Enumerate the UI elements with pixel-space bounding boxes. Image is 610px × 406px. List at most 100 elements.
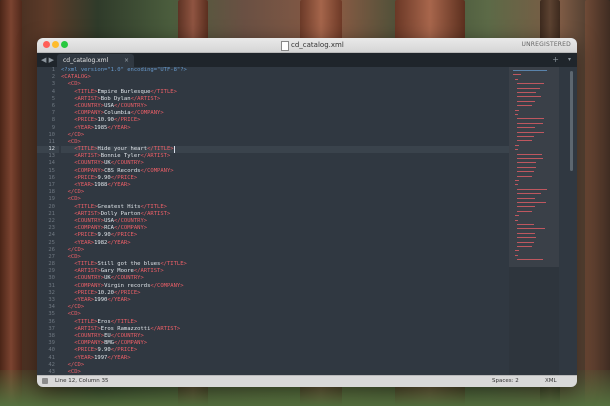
code-line[interactable]: <CD> xyxy=(61,311,509,318)
code-line[interactable]: </CD> xyxy=(61,247,509,254)
minimap-line xyxy=(516,158,543,159)
minimap-line xyxy=(516,166,537,168)
minimap[interactable] xyxy=(509,67,559,376)
code-line[interactable]: <YEAR>1982</YEAR> xyxy=(61,240,509,247)
code-line[interactable]: <PRICE>10.20</PRICE> xyxy=(61,290,509,297)
line-number: 23 xyxy=(48,225,55,232)
code-line[interactable]: <COMPANY>BMG</COMPANY> xyxy=(61,340,509,347)
code-line[interactable]: <PRICE>9.90</PRICE> xyxy=(61,347,509,354)
code-line[interactable]: <TITLE>Empire Burlesque</TITLE> xyxy=(61,89,509,96)
minimap-line xyxy=(513,70,548,71)
tab-navigation-arrows-icon[interactable]: ◀ ▶ xyxy=(41,54,54,66)
line-number: 42 xyxy=(48,361,55,368)
code-line[interactable]: <YEAR>1997</YEAR> xyxy=(61,355,509,362)
minimap-line xyxy=(516,228,546,230)
code-line[interactable]: <CD> xyxy=(61,196,509,203)
code-line[interactable]: </CD> xyxy=(61,189,509,196)
syntax-selector[interactable]: XML xyxy=(545,376,557,387)
line-number: 36 xyxy=(48,318,55,325)
text-cursor xyxy=(173,146,175,154)
new-tab-icon[interactable]: + xyxy=(552,53,559,67)
vertical-scrollbar[interactable] xyxy=(570,71,573,171)
tab-cd-catalog[interactable]: cd_catalog.xml × xyxy=(57,54,134,67)
minimap-line xyxy=(514,219,519,221)
code-line[interactable]: <TITLE>Still got the blues</TITLE> xyxy=(61,261,509,268)
line-number: 34 xyxy=(48,304,55,311)
line-number: 28 xyxy=(48,261,55,268)
minimap-line xyxy=(516,206,535,208)
line-number: 18 xyxy=(48,189,55,196)
code-line[interactable]: <TITLE>Greatest Hits</TITLE> xyxy=(61,204,509,211)
code-line[interactable]: <ARTIST>Dolly Parton</ARTIST> xyxy=(61,211,509,218)
code-line[interactable]: <COUNTRY>USA</COUNTRY> xyxy=(61,103,509,110)
background-tree xyxy=(585,0,610,406)
code-line[interactable]: <CD> xyxy=(61,254,509,261)
indentation-setting[interactable]: Spaces: 2 xyxy=(492,376,519,387)
code-editor[interactable]: <?xml version="1.0" encoding="UTF-8"?> <C… xyxy=(61,67,509,376)
code-line[interactable]: <ARTIST>Gary Moore</ARTIST> xyxy=(61,268,509,275)
code-line[interactable]: <YEAR>1988</YEAR> xyxy=(61,182,509,189)
minimap-line xyxy=(516,100,535,102)
minimize-window-button[interactable] xyxy=(52,41,59,48)
code-line[interactable]: <?xml version="1.0" encoding="UTF-8"?> xyxy=(61,67,509,74)
code-line[interactable]: <COMPANY>RCA</COMPANY> xyxy=(61,225,509,232)
code-line[interactable]: <ARTIST>Bonnie Tyler</ARTIST> xyxy=(61,153,509,160)
minimap-line xyxy=(516,232,536,234)
line-number: 35 xyxy=(48,311,55,318)
line-number: 22 xyxy=(48,217,55,224)
code-line[interactable]: <CD> xyxy=(61,139,509,146)
panel-toggle-icon[interactable] xyxy=(42,378,48,384)
minimap-line xyxy=(516,246,532,247)
minimap-line xyxy=(516,127,536,129)
code-line[interactable]: <COUNTRY>USA</COUNTRY> xyxy=(61,218,509,225)
code-line[interactable]: <YEAR>1990</YEAR> xyxy=(61,297,509,304)
code-line[interactable]: <PRICE>9.90</PRICE> xyxy=(61,175,509,182)
window-title: cd_catalog.xml xyxy=(291,41,344,49)
tab-menu-icon[interactable]: ▾ xyxy=(568,53,571,67)
code-line[interactable]: <TITLE>Eros</TITLE> xyxy=(61,319,509,326)
line-number-gutter: 1 2 3 4 5 6 7 8 9 10 11 12 13 14 15 16 17 18 19 20 21 22 23 24 2… xyxy=(37,67,59,382)
minimap-line xyxy=(514,109,520,111)
line-number: 5 xyxy=(51,95,55,102)
minimap-line xyxy=(516,153,542,155)
code-line[interactable]: <PRICE>9.90</PRICE> xyxy=(61,232,509,239)
line-number: 24 xyxy=(48,232,55,239)
code-line[interactable]: </CD> xyxy=(61,304,509,311)
code-line[interactable]: <COMPANY>Columbia</COMPANY> xyxy=(61,110,509,117)
line-number: 39 xyxy=(48,340,55,347)
maximize-window-button[interactable] xyxy=(61,41,68,48)
code-line[interactable]: <PRICE>10.90</PRICE> xyxy=(61,117,509,124)
close-window-button[interactable] xyxy=(43,41,50,48)
line-number: 33 xyxy=(48,297,55,303)
minimap-line xyxy=(516,171,534,173)
minimap-line xyxy=(514,250,520,252)
code-line[interactable]: <COMPANY>Virgin records</COMPANY> xyxy=(61,283,509,290)
code-line[interactable]: <ARTIST>Eros Ramazzotti</ARTIST> xyxy=(61,326,509,333)
minimap-line xyxy=(514,78,519,80)
minimap-line xyxy=(514,149,519,151)
code-line[interactable]: </CD> xyxy=(61,362,509,369)
tab-close-icon[interactable]: × xyxy=(124,54,129,67)
code-line[interactable]: <COMPANY>CBS Records</COMPANY> xyxy=(61,168,509,175)
minimap-line xyxy=(516,175,532,177)
code-line[interactable]: <COUNTRY>UK</COUNTRY> xyxy=(61,160,509,167)
code-line[interactable]: <COUNTRY>EU</COUNTRY> xyxy=(61,333,509,340)
line-number: 4 xyxy=(51,88,55,95)
minimap-line xyxy=(516,162,537,164)
line-number: 13 xyxy=(48,153,55,160)
code-line[interactable]: <YEAR>1985</YEAR> xyxy=(61,125,509,132)
minimap-line xyxy=(514,184,519,186)
title-bar: cd_catalog.xml UNREGISTERED xyxy=(37,38,577,53)
code-line[interactable]: <COUNTRY>UK</COUNTRY> xyxy=(61,275,509,282)
line-number: 29 xyxy=(48,268,55,275)
minimap-line xyxy=(516,237,537,239)
code-line[interactable]: <ARTIST>Bob Dylan</ARTIST> xyxy=(61,96,509,103)
code-line[interactable]: <CD> xyxy=(61,81,509,88)
code-line[interactable]: <CATALOG> xyxy=(61,74,509,81)
line-number: 16 xyxy=(48,174,55,181)
code-line[interactable]: </CD> xyxy=(61,132,509,139)
code-line[interactable]: <TITLE>Hide your heart</TITLE> xyxy=(61,146,509,154)
minimap-line xyxy=(514,215,520,217)
line-number: 38 xyxy=(48,332,55,339)
line-number: 27 xyxy=(48,253,55,260)
